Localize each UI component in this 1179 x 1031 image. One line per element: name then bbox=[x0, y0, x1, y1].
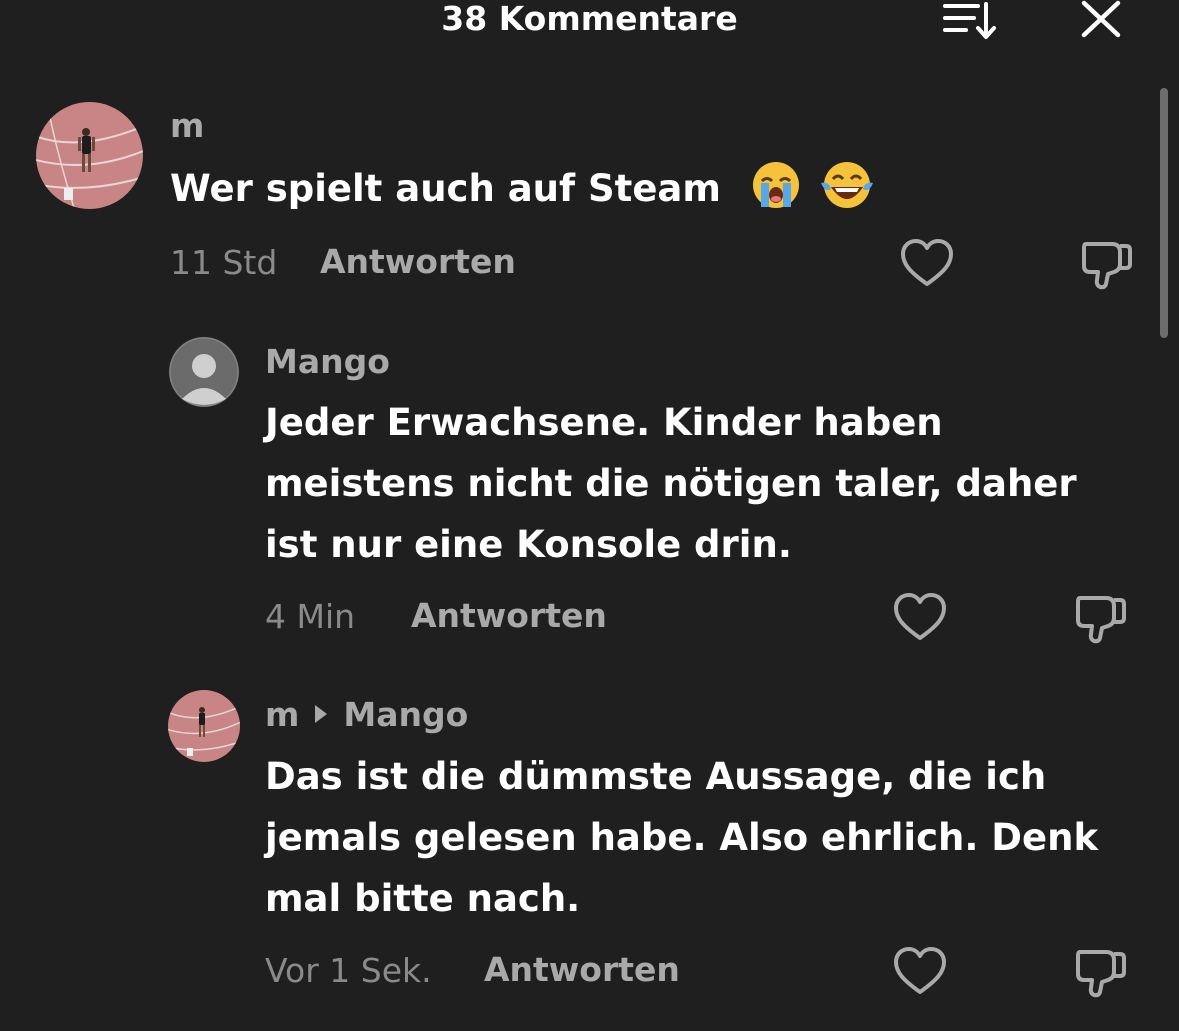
sort-icon[interactable] bbox=[940, 0, 1000, 44]
comment-text: Das ist die dümmste Aussage, die ich jem… bbox=[265, 746, 1098, 929]
thumbs-down-icon[interactable] bbox=[1074, 946, 1128, 1000]
comment-author-line: m Mango bbox=[265, 695, 468, 734]
reply-button[interactable]: Antworten bbox=[484, 950, 680, 989]
heart-icon[interactable] bbox=[900, 238, 954, 290]
comment-line: mal bitte nach. bbox=[265, 877, 581, 920]
comment-timestamp: 4 Min bbox=[265, 597, 356, 636]
comment-line: jemals gelesen habe. Also ehrlich. Denk bbox=[265, 816, 1099, 859]
comment-author[interactable]: Mango bbox=[265, 342, 390, 381]
comments-sheet: 38 Kommentare m Wer spielt auch auf Stea… bbox=[0, 0, 1179, 1031]
loudly-crying-face-emoji bbox=[750, 159, 802, 211]
comment-text: Wer spielt auch auf Steam bbox=[170, 158, 873, 219]
comment-line: Das ist die dümmste Aussage, die ich bbox=[265, 755, 1047, 798]
avatar[interactable] bbox=[168, 690, 240, 762]
scrollbar[interactable] bbox=[1160, 88, 1168, 338]
comments-count-title: 38 Kommentare bbox=[441, 0, 738, 38]
reply-to-author[interactable]: Mango bbox=[343, 695, 468, 734]
reply-button[interactable]: Antworten bbox=[411, 596, 607, 635]
comment-text: Jeder Erwachsene. Kinder haben meistens … bbox=[265, 392, 1077, 575]
comment-timestamp: 11 Std bbox=[170, 243, 278, 282]
comment-text-content: Wer spielt auch auf Steam bbox=[170, 167, 721, 210]
face-with-tears-of-joy-emoji bbox=[819, 159, 873, 211]
heart-icon[interactable] bbox=[893, 946, 947, 998]
comment-author[interactable]: m bbox=[170, 106, 204, 145]
avatar-placeholder[interactable] bbox=[169, 337, 239, 407]
heart-icon[interactable] bbox=[893, 592, 947, 644]
reply-arrow-icon bbox=[315, 705, 328, 723]
thumbs-down-icon[interactable] bbox=[1074, 592, 1128, 646]
comment-line: meistens nicht die nötigen taler, daher bbox=[265, 462, 1077, 505]
thumbs-down-icon[interactable] bbox=[1080, 238, 1134, 292]
comment-line: ist nur eine Konsole drin. bbox=[265, 523, 792, 566]
avatar[interactable] bbox=[36, 102, 143, 209]
comment-line: Jeder Erwachsene. Kinder haben bbox=[265, 401, 943, 444]
comment-author[interactable]: m bbox=[265, 695, 299, 734]
close-icon[interactable] bbox=[1078, 0, 1124, 40]
comment-timestamp: Vor 1 Sek. bbox=[265, 951, 432, 990]
reply-button[interactable]: Antworten bbox=[320, 242, 516, 281]
